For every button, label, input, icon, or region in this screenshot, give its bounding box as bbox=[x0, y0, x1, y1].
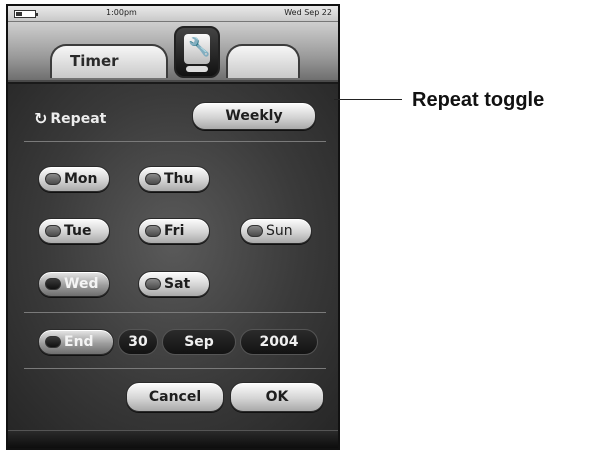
tab-timer[interactable]: Timer bbox=[50, 44, 168, 78]
tab-blank[interactable] bbox=[226, 44, 300, 78]
radio-icon bbox=[145, 173, 161, 185]
status-date: Wed Sep 22 bbox=[284, 8, 332, 17]
day-button-fri[interactable]: Fri bbox=[138, 218, 210, 244]
repeat-toggle-label: Weekly bbox=[225, 108, 283, 124]
radio-icon bbox=[247, 225, 263, 237]
day-label: Sat bbox=[164, 276, 191, 292]
timer-panel: ↻ Repeat Weekly Mon Tue Wed Thu Fri Sat … bbox=[8, 84, 338, 434]
radio-icon bbox=[145, 225, 161, 237]
day-button-sun[interactable]: Sun bbox=[240, 218, 312, 244]
callout-label: Repeat toggle bbox=[412, 89, 545, 111]
cancel-button-label: Cancel bbox=[148, 389, 202, 405]
day-button-thu[interactable]: Thu bbox=[138, 166, 210, 192]
repeat-toggle-button[interactable]: Weekly bbox=[192, 102, 316, 130]
radio-icon bbox=[145, 278, 161, 290]
radio-icon bbox=[45, 225, 61, 237]
status-bar: 1:00pm Wed Sep 22 bbox=[8, 6, 338, 22]
end-year-value: 2004 bbox=[259, 334, 299, 350]
day-button-mon[interactable]: Mon bbox=[38, 166, 110, 192]
repeat-arrows-icon: ↻ bbox=[34, 109, 48, 128]
tab-timer-label: Timer bbox=[70, 52, 119, 70]
end-day-value: 30 bbox=[128, 334, 148, 350]
day-label: Sun bbox=[266, 223, 293, 239]
battery-icon bbox=[14, 10, 38, 18]
day-label: Mon bbox=[64, 171, 98, 187]
end-year-field[interactable]: 2004 bbox=[240, 329, 318, 355]
callout-leader-line bbox=[334, 99, 402, 100]
ok-button[interactable]: OK bbox=[230, 382, 324, 412]
settings-tab-icon-button[interactable]: 🔧 bbox=[174, 26, 220, 78]
end-day-field[interactable]: 30 bbox=[118, 329, 158, 355]
end-month-value: Sep bbox=[184, 334, 214, 350]
wrench-icon: 🔧 bbox=[188, 37, 211, 58]
repeat-label-text: Repeat bbox=[50, 110, 107, 127]
divider bbox=[24, 312, 326, 313]
day-button-wed[interactable]: Wed bbox=[38, 271, 110, 297]
divider bbox=[24, 141, 326, 142]
divider bbox=[24, 368, 326, 369]
day-label: Wed bbox=[64, 276, 99, 292]
status-time: 1:00pm bbox=[106, 8, 137, 17]
day-button-sat[interactable]: Sat bbox=[138, 271, 210, 297]
bottom-bar bbox=[8, 430, 338, 448]
tab-row: Timer 🔧 bbox=[8, 22, 338, 82]
day-button-tue[interactable]: Tue bbox=[38, 218, 110, 244]
radio-icon bbox=[45, 336, 61, 348]
radio-icon bbox=[45, 173, 61, 185]
ok-button-label: OK bbox=[265, 389, 289, 405]
end-month-field[interactable]: Sep bbox=[162, 329, 236, 355]
tab-icon-base bbox=[186, 66, 208, 72]
day-label: Thu bbox=[164, 171, 194, 187]
device-screen: 1:00pm Wed Sep 22 Timer 🔧 ↻ Repeat Weekl… bbox=[6, 4, 340, 450]
radio-icon bbox=[45, 278, 61, 290]
repeat-label: ↻ Repeat bbox=[34, 109, 106, 128]
cancel-button[interactable]: Cancel bbox=[126, 382, 224, 412]
end-toggle-button[interactable]: End bbox=[38, 329, 114, 355]
day-label: Tue bbox=[64, 223, 92, 239]
end-label: End bbox=[64, 334, 94, 350]
day-label: Fri bbox=[164, 223, 185, 239]
